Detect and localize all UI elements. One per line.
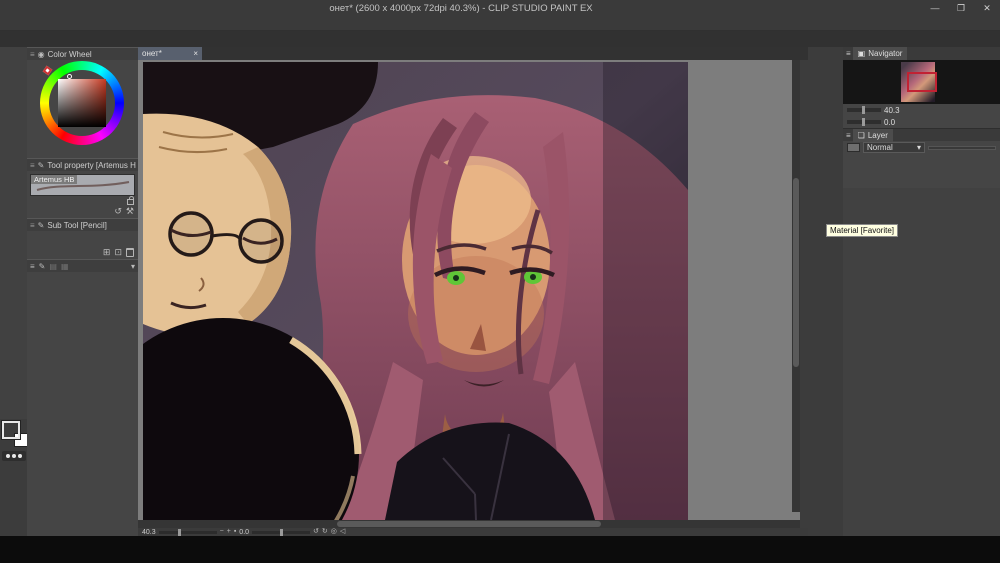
tab-layer[interactable]: ❏ Layer	[852, 128, 893, 142]
minimize-button[interactable]: —	[922, 0, 948, 16]
saturation-value-box[interactable]	[58, 79, 106, 127]
color-wheel[interactable]	[27, 60, 138, 146]
tool-property-title: Tool property [Artemus H	[47, 160, 136, 170]
navigator-view-frame[interactable]	[907, 72, 937, 92]
canvas-tab-close-icon[interactable]: ×	[193, 49, 198, 58]
delete-subtool-icon[interactable]	[126, 248, 134, 257]
window-title: онет* (2600 x 4000px 72dpi 40.3%) - CLIP…	[329, 2, 593, 14]
navigator-title: Navigator	[868, 49, 903, 58]
canvas-rotation-value: 0.0	[239, 528, 250, 536]
canvas-zoom-slider[interactable]	[158, 528, 217, 536]
tool-settings-icon[interactable]: ⚒	[126, 206, 134, 217]
palette-color-chip[interactable]	[847, 143, 860, 152]
canvas-zoom-value: 40.3	[142, 528, 156, 536]
zoom-in-icon[interactable]: +	[227, 528, 231, 536]
tooltip-text: Material [Favorite]	[830, 226, 895, 235]
canvas-tab-bar: онет* ×	[138, 47, 808, 60]
panel-menu-icon[interactable]: ≡	[30, 161, 35, 170]
brush-preview: Artemus HB	[30, 174, 135, 196]
restore-defaults-icon[interactable]: ↺	[114, 206, 122, 217]
add-subtool-icon[interactable]: ⊞	[103, 247, 111, 258]
tool-property-header[interactable]: ≡ ✎ Tool property [Artemus H	[27, 158, 138, 171]
flip-horizontal-icon[interactable]: ◁	[340, 528, 345, 536]
brush-size-header[interactable]: ≡ ✎ ▤ ▦ ▾	[27, 259, 138, 272]
canvas-rotation-slider[interactable]	[252, 528, 311, 536]
layer-list	[843, 188, 1000, 536]
foreground-color-swatch[interactable]	[1, 420, 21, 440]
layer-panel-title: Layer	[867, 130, 888, 140]
blend-mode-select[interactable]: Normal ▾	[863, 142, 925, 153]
artwork	[143, 62, 688, 520]
hsv-values-row	[27, 146, 138, 158]
navigator-zoom-row: 40.3	[843, 104, 1000, 116]
duplicate-subtool-icon[interactable]: ⊡	[114, 247, 122, 258]
palette-icon-2[interactable]: ▦	[61, 262, 69, 271]
workspace: ≡ ◉ Color Wheel ≡ ✎ Tool property [Artem…	[0, 47, 1000, 536]
canvas-tab[interactable]: онет* ×	[138, 47, 202, 60]
navigator-preview[interactable]	[843, 60, 1000, 104]
navigator-rotate-row: 0.0	[843, 116, 1000, 128]
canvas-area: онет* × 40.3 − + ▪ 0.0 ↺ ↻ ◎ ◁	[138, 47, 808, 536]
main-color-swatches[interactable]	[1, 420, 28, 447]
left-panels: ≡ ◉ Color Wheel ≡ ✎ Tool property [Artem…	[27, 47, 138, 536]
brush-size-tab-icon: ✎	[38, 261, 46, 271]
color-wheel-title: Color Wheel	[47, 49, 92, 59]
zoom-out-icon[interactable]: −	[220, 528, 224, 536]
fit-screen-icon[interactable]: ▪	[234, 528, 236, 536]
tooltip: Material [Favorite]	[826, 224, 899, 237]
close-button[interactable]: ✕	[974, 0, 1000, 16]
lock-icon[interactable]	[127, 196, 134, 205]
blend-mode-row: Normal ▾	[843, 141, 1000, 154]
canvas-tab-label: онет*	[142, 49, 162, 58]
maximize-button[interactable]: ❐	[948, 0, 974, 16]
panel-menu-icon[interactable]: ≡	[846, 49, 851, 58]
canvas-vertical-scrollbar[interactable]	[792, 60, 800, 512]
pencil-icon: ✎	[37, 220, 45, 230]
opacity-slider[interactable]	[928, 145, 996, 150]
rotate-ccw-icon[interactable]: ↺	[313, 528, 319, 536]
sub-tool-tabs	[27, 231, 138, 246]
panel-menu-icon[interactable]: ≡	[30, 221, 35, 230]
sub-tool-title: Sub Tool [Pencil]	[47, 220, 107, 230]
reset-rotation-icon[interactable]: ◎	[331, 528, 337, 536]
blend-mode-value: Normal	[867, 143, 893, 152]
layer-tab-bar: ≡ ❏ Layer	[843, 128, 1000, 142]
tool-strip	[0, 47, 27, 419]
navigator-rotation-value: 0.0	[884, 117, 896, 127]
canvas-status-bar: 40.3 − + ▪ 0.0 ↺ ↻ ◎ ◁	[138, 528, 808, 536]
command-bar	[0, 31, 1000, 47]
canvas-viewport[interactable]	[138, 60, 800, 520]
rotate-cw-icon[interactable]: ↻	[322, 528, 328, 536]
color-history-strip[interactable]	[2, 451, 26, 461]
palette-icon-1[interactable]: ▤	[49, 262, 57, 271]
panel-menu-icon[interactable]: ≡	[30, 262, 35, 271]
right-panel: ≡ ▣ Navigator 40.3 0.0 ≡ ❏ Layer Normal …	[843, 47, 1000, 536]
navigator-zoom-value: 40.3	[884, 105, 900, 115]
menu-bar	[0, 16, 1000, 31]
sub-tool-header[interactable]: ≡ ✎ Sub Tool [Pencil]	[27, 218, 138, 231]
navigator-tab-bar: ≡ ▣ Navigator	[843, 47, 1000, 60]
chevron-down-icon: ▾	[916, 143, 921, 152]
color-wheel-icon: ◉	[37, 49, 45, 59]
material-strip	[817, 47, 843, 536]
title-bar: онет* (2600 x 4000px 72dpi 40.3%) - CLIP…	[0, 0, 1000, 16]
sv-marker[interactable]	[67, 74, 72, 79]
layer-commands-row	[843, 167, 1000, 180]
taskbar	[0, 536, 1000, 563]
navigator-rotation-slider[interactable]	[847, 118, 881, 126]
panel-menu-icon[interactable]: ≡	[846, 131, 851, 140]
tab-navigator[interactable]: ▣ Navigator	[852, 47, 908, 60]
dropdown-icon[interactable]: ▾	[131, 262, 135, 271]
canvas-horizontal-scrollbar[interactable]	[138, 520, 800, 528]
layer-panel-icon: ❏	[857, 130, 865, 140]
pen-icon: ✎	[37, 160, 45, 170]
layer-settings-row	[843, 154, 1000, 167]
navigator-icon: ▣	[857, 49, 866, 58]
color-wheel-header[interactable]: ≡ ◉ Color Wheel	[27, 47, 138, 60]
panel-menu-icon[interactable]: ≡	[30, 50, 35, 59]
navigator-zoom-slider[interactable]	[847, 106, 881, 114]
